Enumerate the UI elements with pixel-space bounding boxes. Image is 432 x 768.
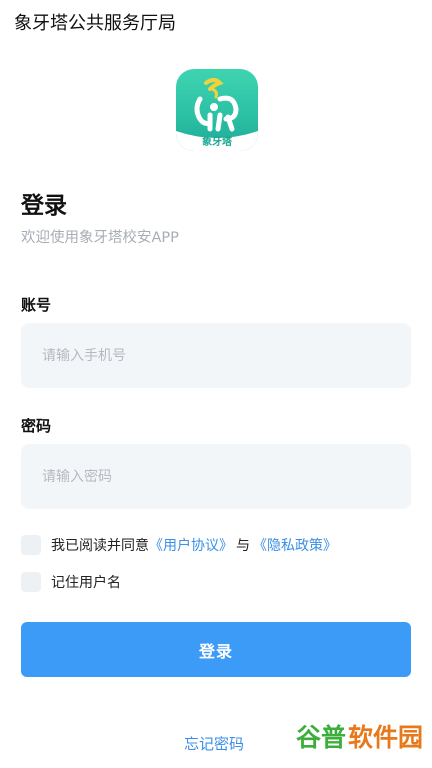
app-logo: 象牙塔	[176, 69, 258, 151]
watermark-text-icon: 谷普 软件园	[296, 723, 422, 752]
account-label: 账号	[21, 296, 52, 314]
account-input-box[interactable]	[21, 323, 411, 388]
logo-tile: 象牙塔	[176, 69, 258, 151]
login-page: 象牙塔公共服务厅局 象牙塔 登录 欢迎使用象牙塔校安APP 账号 请输入手机号 …	[0, 0, 432, 768]
remember-row: 记住用户名	[21, 572, 121, 592]
login-heading: 登录	[21, 193, 67, 219]
password-input-box[interactable]	[21, 444, 411, 509]
remember-checkbox[interactable]	[21, 572, 41, 592]
logo-caption: 象牙塔	[202, 137, 232, 148]
login-subtitle: 欢迎使用象牙塔校安APP	[21, 230, 179, 246]
watermark-logo: 谷普 软件园	[292, 714, 424, 758]
svg-text:谷普: 谷普	[296, 723, 346, 752]
user-agreement-link[interactable]: 《用户协议》	[149, 535, 233, 555]
agreement-checkbox[interactable]	[21, 535, 41, 555]
agreement-row: 我已阅读并同意 《用户协议》 与 《隐私政策》	[21, 535, 337, 555]
forgot-password-link[interactable]: 忘记密码	[184, 733, 244, 754]
agreement-conjunction: 与	[236, 538, 250, 554]
remember-label: 记住用户名	[51, 575, 121, 591]
agreement-prefix: 我已阅读并同意	[51, 538, 149, 554]
privacy-policy-link[interactable]: 《隐私政策》	[253, 535, 337, 555]
login-button[interactable]: 登录	[21, 622, 411, 677]
password-label: 密码	[21, 417, 52, 435]
svg-text:软件园: 软件园	[348, 723, 422, 752]
phone-input[interactable]	[42, 347, 411, 364]
password-input[interactable]	[42, 468, 411, 485]
page-header-title: 象牙塔公共服务厅局	[14, 13, 176, 34]
